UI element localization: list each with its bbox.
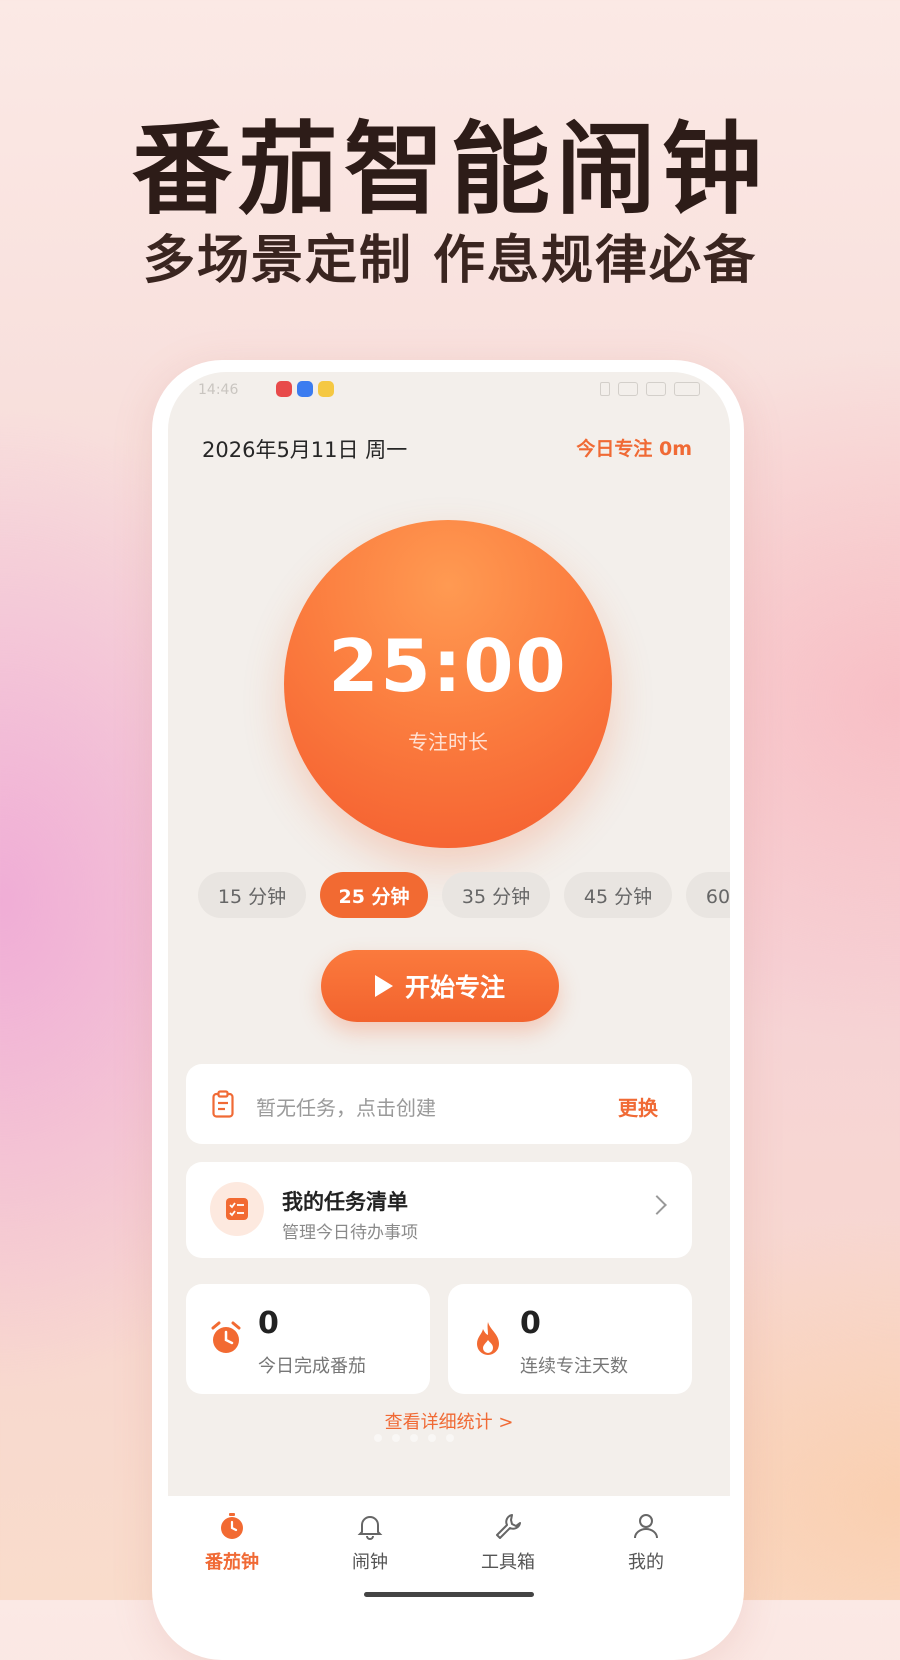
alarm-clock-icon [211, 1321, 241, 1353]
view-detailed-stats-link[interactable]: 查看详细统计 > [168, 1408, 730, 1434]
app-notification-icon [318, 381, 334, 397]
page-dot [428, 1434, 436, 1442]
page-dot [392, 1434, 400, 1442]
timer-value: 25:00 [328, 624, 568, 708]
task-list-card[interactable]: 我的任务清单 管理今日待办事项 [186, 1162, 692, 1258]
current-date: 2026年5月11日 周一 [202, 438, 408, 462]
page-dot [446, 1434, 454, 1442]
change-task-button[interactable]: 更换 [618, 1092, 658, 1121]
user-icon [634, 1514, 658, 1539]
app-screen: 14:46 2026年5月11日 周一 今日专注 0m 25:00 专注时长 1… [168, 372, 730, 1600]
wrench-icon [496, 1514, 521, 1539]
preset-60-minutes[interactable]: 60 分钟 [686, 872, 730, 918]
page-indicator-dots [374, 1434, 454, 1442]
tab-profile[interactable]: 我的 [586, 1512, 706, 1574]
task-list-icon-badge [210, 1182, 264, 1236]
start-focus-label: 开始专注 [404, 973, 505, 1002]
play-icon [374, 975, 393, 997]
preset-15-minutes[interactable]: 15 分钟 [198, 872, 306, 918]
tab-profile-label: 我的 [628, 1552, 664, 1573]
timer-display[interactable]: 25:00 专注时长 [284, 520, 612, 848]
tab-toolbox[interactable]: 工具箱 [448, 1512, 568, 1574]
today-focus-summary[interactable]: 今日专注 0m [576, 434, 692, 461]
hero-subtitle: 多场景定制 作息规律必备 [142, 231, 758, 291]
home-indicator [364, 1592, 534, 1597]
today-pomodoros-label: 今日完成番茄 [258, 1356, 366, 1377]
page-dot [374, 1434, 382, 1442]
bottom-tab-bar: 番茄钟 闹钟 工具箱 我的 [168, 1496, 730, 1600]
signal-icon [646, 382, 666, 396]
tab-pomodoro-label: 番茄钟 [205, 1552, 259, 1573]
battery-icon [674, 382, 700, 396]
bluetooth-icon [600, 382, 610, 396]
preset-25-minutes[interactable]: 25 分钟 [320, 872, 428, 918]
today-pomodoros-value: 0 [258, 1306, 279, 1341]
status-app-icons [276, 381, 334, 397]
checklist-icon [226, 1198, 248, 1220]
chevron-right-icon [647, 1195, 667, 1215]
start-focus-button[interactable]: 开始专注 [321, 950, 559, 1022]
wifi-icon [618, 382, 638, 396]
tab-alarm[interactable]: 闹钟 [310, 1512, 430, 1574]
tab-toolbox-label: 工具箱 [481, 1552, 535, 1573]
preset-45-minutes[interactable]: 45 分钟 [564, 872, 672, 918]
stat-today-pomodoros[interactable]: 0 今日完成番茄 [186, 1284, 430, 1394]
clipboard-icon [212, 1090, 234, 1118]
current-task-card[interactable]: 暂无任务，点击创建 更换 [186, 1064, 692, 1144]
timer-label: 专注时长 [408, 730, 488, 754]
stat-focus-streak[interactable]: 0 连续专注天数 [448, 1284, 692, 1394]
page-dot [410, 1434, 418, 1442]
preset-35-minutes[interactable]: 35 分钟 [442, 872, 550, 918]
bell-icon [357, 1516, 383, 1540]
app-notification-icon [297, 381, 313, 397]
task-list-title: 我的任务清单 [282, 1190, 408, 1214]
status-time: 14:46 [198, 382, 239, 398]
app-notification-icon [276, 381, 292, 397]
task-list-description: 管理今日待办事项 [282, 1223, 418, 1243]
tab-alarm-label: 闹钟 [352, 1552, 388, 1573]
status-bar: 14:46 [198, 380, 700, 402]
status-indicators [600, 382, 700, 396]
timer-icon [221, 1513, 243, 1539]
duration-presets: 15 分钟 25 分钟 35 分钟 45 分钟 60 分钟 [198, 872, 730, 920]
flame-icon [477, 1322, 499, 1355]
focus-streak-value: 0 [520, 1306, 541, 1341]
focus-streak-label: 连续专注天数 [520, 1356, 628, 1377]
hero-title: 番茄智能闹钟 [132, 111, 768, 228]
tab-pomodoro[interactable]: 番茄钟 [172, 1512, 292, 1574]
task-empty-text: 暂无任务，点击创建 [256, 1096, 436, 1120]
